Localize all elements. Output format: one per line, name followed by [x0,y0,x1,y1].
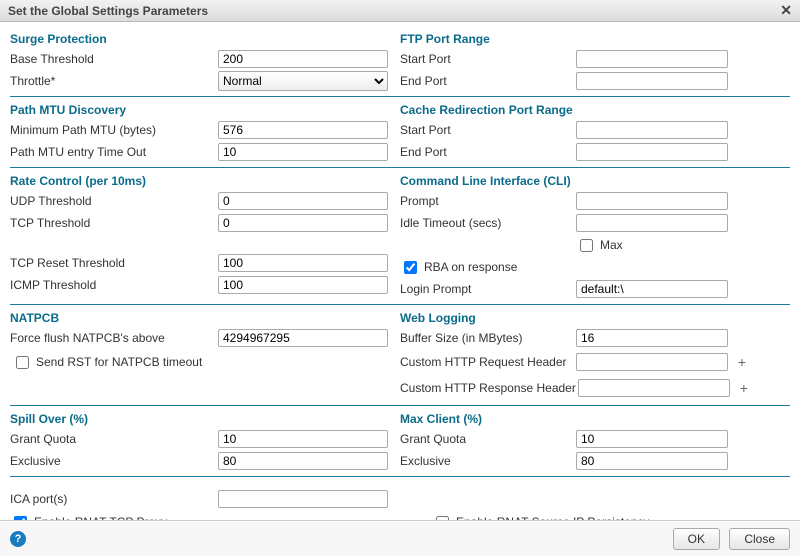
section-cache-redir: Cache Redirection Port Range [400,101,790,119]
input-cli-prompt[interactable] [576,192,728,210]
input-force-flush[interactable] [218,329,388,347]
input-spill-excl[interactable] [218,452,388,470]
input-res-hdr[interactable] [578,379,730,397]
input-buf-size[interactable] [576,329,728,347]
separator [10,167,790,168]
label-cacheredir-start: Start Port [400,123,574,137]
label-req-hdr: Custom HTTP Request Header [400,355,574,369]
label-cacheredir-end: End Port [400,145,574,159]
label-ftp-start: Start Port [400,52,574,66]
label-icmp-threshold: ICMP Threshold [10,278,178,292]
separator [10,476,790,477]
input-login-prompt[interactable] [576,280,728,298]
label-login-prompt: Login Prompt [400,282,574,296]
add-req-hdr-icon[interactable]: + [734,354,750,370]
input-max-excl[interactable] [576,452,728,470]
input-tcp-threshold[interactable] [218,214,388,232]
checkbox-rba[interactable] [404,261,417,274]
separator [10,304,790,305]
dialog-content: Surge Protection Base Threshold Throttle… [0,22,800,520]
label-res-hdr: Custom HTTP Response Header [400,381,576,395]
label-udp-threshold: UDP Threshold [10,194,178,208]
label-spill-grant: Grant Quota [10,432,178,446]
label-tcp-threshold: TCP Threshold [10,216,178,230]
label-base-threshold: Base Threshold [10,52,178,66]
input-spill-grant[interactable] [218,430,388,448]
close-icon[interactable]: ✕ [780,2,792,19]
checkbox-max[interactable] [580,239,593,252]
label-rnat-tcp: Enable RNAT TCP Proxy [34,515,167,520]
add-res-hdr-icon[interactable]: + [736,380,752,396]
dialog-titlebar: Set the Global Settings Parameters ✕ [0,0,800,22]
input-ftp-start[interactable] [576,50,728,68]
label-cli-prompt: Prompt [400,194,574,208]
dialog-title: Set the Global Settings Parameters [8,4,208,18]
label-force-flush: Force flush NATPCB's above [10,331,178,345]
label-max-excl: Exclusive [400,454,574,468]
label-pmtu-timeout: Path MTU entry Time Out [10,145,178,159]
input-min-pmtu[interactable] [218,121,388,139]
input-tcp-reset-threshold[interactable] [218,254,388,272]
section-natpcb: NATPCB [10,309,400,327]
section-surge: Surge Protection [10,30,400,48]
label-min-pmtu: Minimum Path MTU (bytes) [10,123,178,137]
label-ica: ICA port(s) [10,492,178,506]
input-ica[interactable] [218,490,388,508]
help-icon[interactable]: ? [10,531,26,547]
input-base-threshold[interactable] [218,50,388,68]
label-spill-excl: Exclusive [10,454,178,468]
separator [10,405,790,406]
checkbox-send-rst[interactable] [16,356,29,369]
separator [10,96,790,97]
section-spill: Spill Over (%) [10,410,400,428]
input-max-grant[interactable] [576,430,728,448]
input-cacheredir-start[interactable] [576,121,728,139]
checkbox-row-send-rst[interactable]: Send RST for NATPCB timeout [10,352,202,372]
ok-button[interactable]: OK [673,528,720,550]
checkbox-rnat-tcp[interactable] [14,516,27,521]
section-ftp: FTP Port Range [400,30,790,48]
checkbox-rnat-srcip[interactable] [436,516,449,521]
input-icmp-threshold[interactable] [218,276,388,294]
checkbox-row-rba[interactable]: RBA on response [400,257,574,277]
label-rba: RBA on response [424,260,517,274]
close-button[interactable]: Close [729,528,790,550]
label-max: Max [600,238,623,252]
input-ftp-end[interactable] [576,72,728,90]
label-tcp-reset-threshold: TCP Reset Threshold [10,256,178,270]
label-rnat-srcip: Enable RNAT Source IP Persistency [456,515,649,520]
input-udp-threshold[interactable] [218,192,388,210]
label-throttle: Throttle* [10,74,178,88]
input-cacheredir-end[interactable] [576,143,728,161]
input-pmtu-timeout[interactable] [218,143,388,161]
section-pmtu: Path MTU Discovery [10,101,400,119]
checkbox-row-max[interactable]: Max [576,235,623,255]
label-send-rst: Send RST for NATPCB timeout [36,355,202,369]
label-cli-idle: Idle Timeout (secs) [400,216,574,230]
section-cli: Command Line Interface (CLI) [400,172,790,190]
section-rate: Rate Control (per 10ms) [10,172,400,190]
section-weblog: Web Logging [400,309,790,327]
input-cli-idle[interactable] [576,214,728,232]
dialog-footer: ? OK Close [0,520,800,556]
section-maxclient: Max Client (%) [400,410,790,428]
label-buf-size: Buffer Size (in MBytes) [400,331,574,345]
lower-section: ICA port(s) Enable RNAT TCP Proxy Use Pr… [10,481,790,520]
select-throttle[interactable]: Normal [218,71,388,91]
label-ftp-end: End Port [400,74,574,88]
label-max-grant: Grant Quota [400,432,574,446]
input-req-hdr[interactable] [576,353,728,371]
